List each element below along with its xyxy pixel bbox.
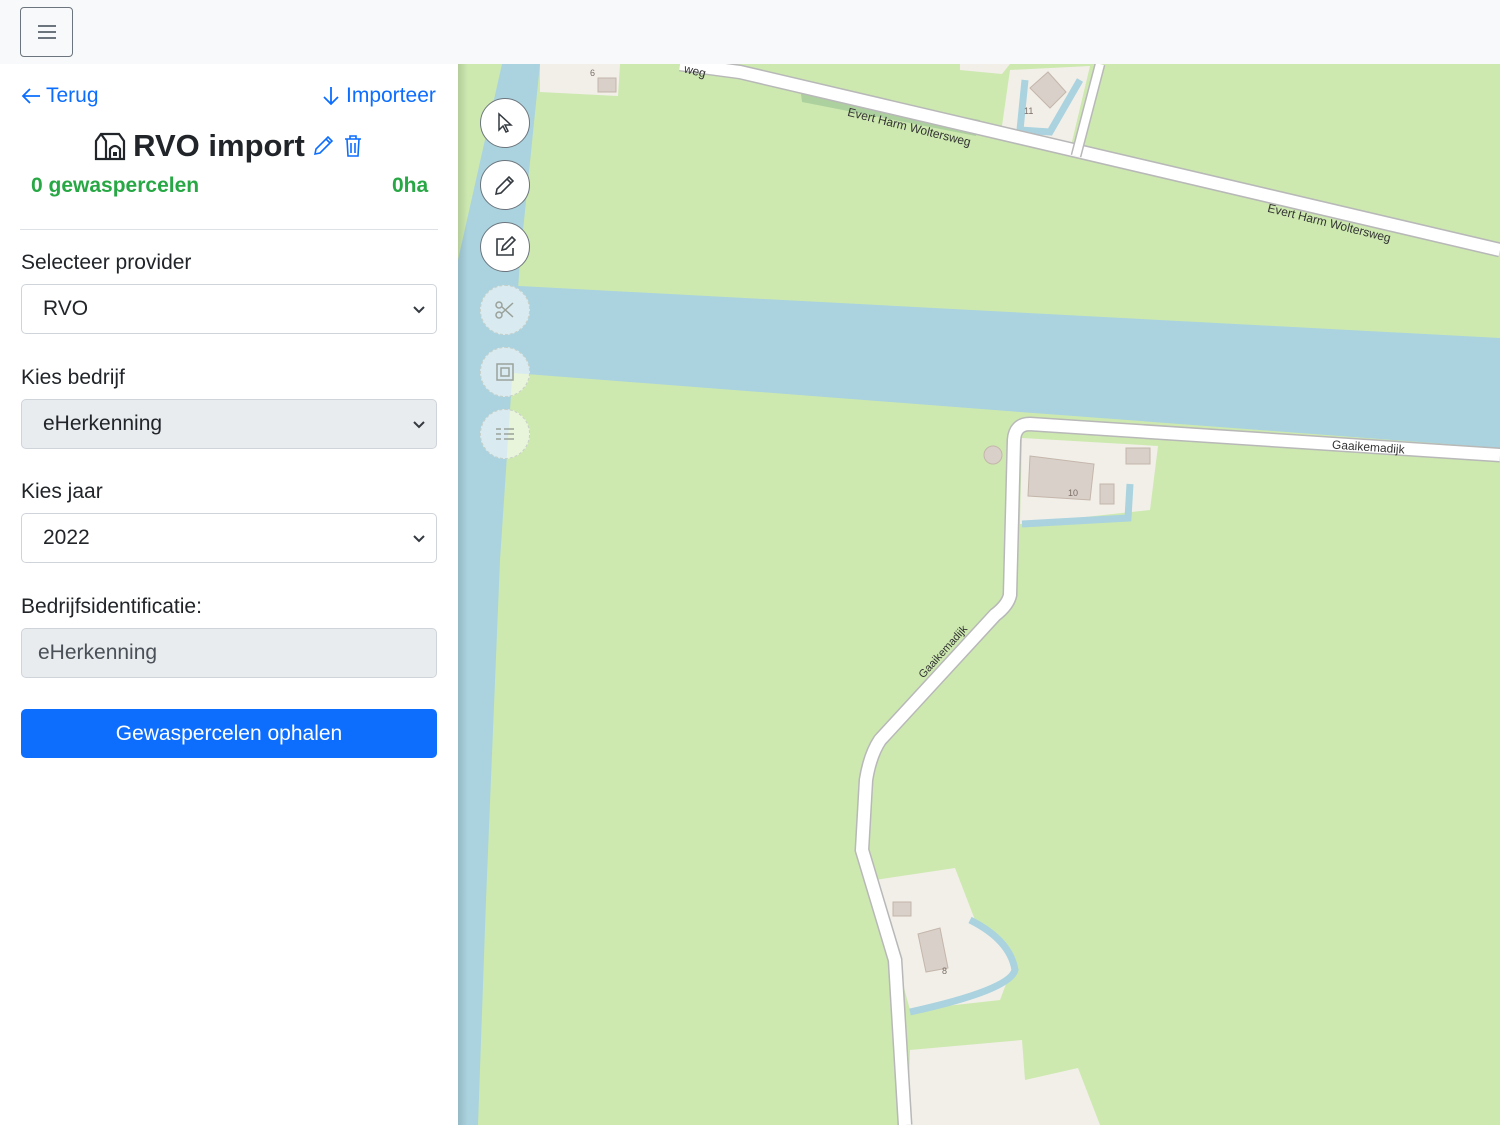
list-tool-button[interactable] [480,409,530,459]
edit-icon [496,235,517,256]
provider-label: Selecteer provider [21,251,192,274]
import-link-label: Importeer [346,84,436,107]
identification-field-value: eHerkenning [38,641,158,664]
divider [20,229,438,230]
year-select-value: 2022 [43,526,90,549]
fetch-parcels-button[interactable]: Gewaspercelen ophalen [21,709,437,758]
edit-tool-button[interactable] [480,222,530,272]
hamburger-icon [37,25,56,39]
identification-field[interactable]: eHerkenning [21,628,437,678]
pencil-icon[interactable] [311,134,335,158]
map-edge-shadow [458,64,468,1125]
import-link[interactable]: Importeer [320,84,437,108]
arrow-down-icon [323,87,339,106]
company-label: Kies bedrijf [21,366,125,389]
house-number: 10 [1068,488,1079,498]
map-canvas[interactable]: Evert Harm Woltersweg Evert Harm Wolters… [458,64,1500,1125]
cut-scissors-icon [495,301,514,319]
area-total: 0ha [392,174,429,197]
provider-select[interactable]: RVO [21,284,437,334]
chevron-down-icon [413,535,425,543]
menu-toggle-button[interactable] [20,7,73,57]
company-select[interactable]: eHerkenning [21,399,437,449]
arrow-left-icon [21,88,40,104]
trash-icon[interactable] [341,134,365,158]
house-number: 8 [942,966,948,976]
draw-tool-button[interactable] [480,160,530,210]
back-link-label: Terug [46,84,99,107]
identification-label: Bedrijfsidentificatie: [21,595,202,618]
parcel-count: 0 gewaspercelen [31,174,200,197]
page-title: RVO import [133,128,305,163]
company-select-value: eHerkenning [43,412,163,435]
merge-tool-button[interactable] [480,347,530,397]
merge-polygon-icon [496,363,514,381]
house-number: 6 [590,68,596,78]
select-pointer-icon [498,112,513,134]
back-link[interactable]: Terug [20,84,99,108]
page-title-row: RVO import [0,128,458,164]
draw-pencil-icon [494,175,515,196]
cut-tool-button[interactable] [480,285,530,335]
year-select[interactable]: 2022 [21,513,437,563]
chevron-down-icon [413,306,425,314]
provider-select-value: RVO [43,297,89,320]
top-navbar [0,0,1500,64]
select-tool-button[interactable] [480,98,530,148]
chevron-down-icon [413,421,425,429]
farm-house-icon [95,132,126,161]
list-icon [496,428,514,440]
year-label: Kies jaar [21,480,103,503]
house-number: 11 [1024,106,1034,116]
